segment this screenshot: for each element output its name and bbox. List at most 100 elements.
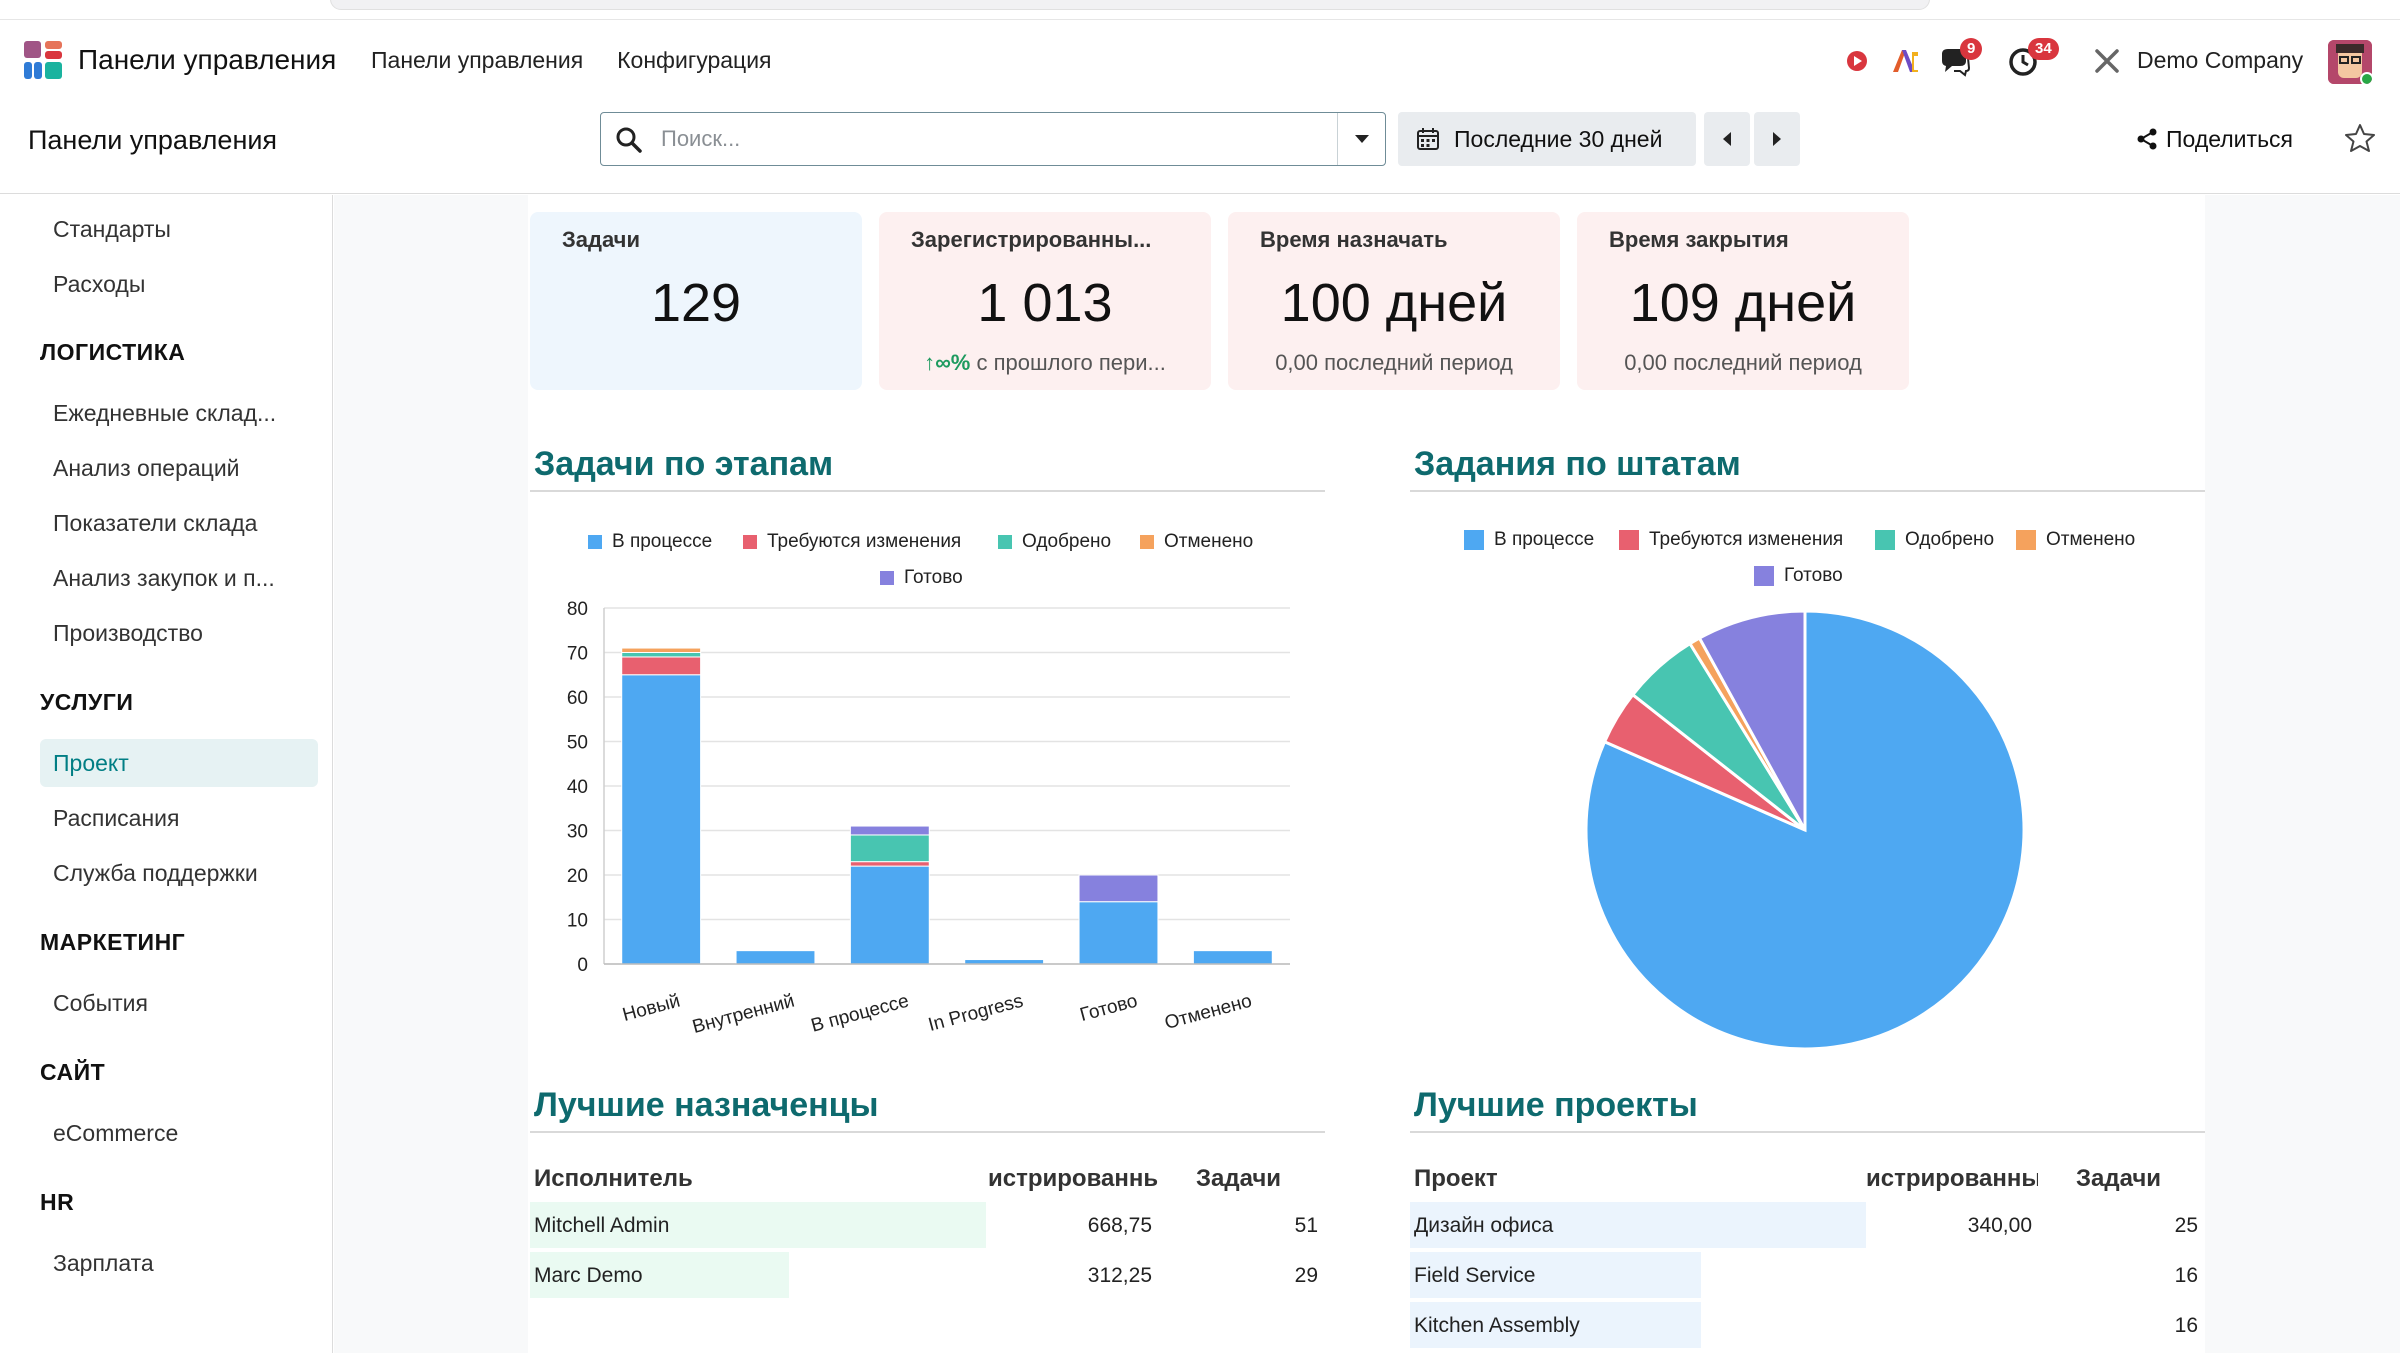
date-filter-button[interactable]: Последние 30 дней [1398,112,1696,166]
cell-tasks: 29 [1294,1264,1318,1287]
kpi-card-tasks[interactable]: Задачи 129 [530,212,862,390]
bar-segment[interactable] [621,652,702,658]
legend-item[interactable]: Требуются изменения [1619,529,1843,551]
kpi-subtitle-text: с прошлого пери... [976,350,1166,375]
sidebar-item-expenses[interactable]: Расходы [40,260,318,308]
search-bar[interactable] [600,112,1386,166]
user-avatar[interactable] [2328,40,2372,84]
kpi-subtitle: ↑∞% с прошлого пери... [879,350,1211,376]
bar-segment[interactable] [621,656,702,676]
cell-project[interactable]: Field Service [1414,1264,1535,1288]
sidebar-section-hr: HR [40,1189,75,1215]
legend-swatch [1875,530,1895,550]
app-name[interactable]: Панели управления [78,22,336,98]
cell-tasks: 16 [2174,1264,2198,1287]
sidebar-item-ecommerce[interactable]: eCommerce [40,1109,318,1157]
previous-period-button[interactable] [1704,112,1750,166]
bar-segment[interactable] [621,647,702,653]
sidebar-item-standards[interactable]: Стандарты [40,205,318,253]
chat-button[interactable]: 9 [1938,38,1983,78]
favorite-star-icon[interactable] [2344,122,2376,154]
top-menu: Панели управления Конфигурация [371,22,772,98]
sidebar-item-stock-kpi[interactable]: Показатели склада [40,499,318,547]
search-options-toggle[interactable] [1337,113,1385,165]
calendar-icon [1417,128,1439,150]
column-header-hours: истрированны [1866,1165,2038,1192]
legend-item[interactable]: Готово [880,567,963,589]
sidebar-item-payroll[interactable]: Зарплата [40,1239,318,1287]
sidebar-section-marketing: МАРКЕТИНГ [40,929,186,955]
legend-item[interactable]: Требуются изменения [743,531,961,553]
y-tick-label: 0 [577,955,588,976]
y-tick-label: 70 [567,644,588,665]
company-switcher[interactable]: Demo Company [2137,22,2303,98]
bar-segment[interactable] [849,834,930,863]
legend-label: Одобрено [1022,531,1112,552]
sidebar-item-purchase-analysis[interactable]: Анализ закупок и п... [40,554,318,602]
x-tick-label: Готово [1078,991,1140,1026]
legend-item[interactable]: Одобрено [1875,529,1994,551]
legend-item[interactable]: Готово [1754,565,1843,587]
kpi-value: 1 013 [977,273,1113,333]
bar-segment[interactable] [1192,950,1273,965]
tools-icon[interactable] [2090,44,2124,78]
legend-item[interactable]: В процессе [1464,529,1594,551]
y-tick-label: 50 [567,733,588,754]
cell-tasks: 51 [1294,1214,1318,1237]
bar-segment[interactable] [735,950,816,965]
legend-swatch [1140,535,1154,549]
sidebar-item-events[interactable]: События [40,979,318,1027]
legend-item[interactable]: Отменено [1140,531,1253,553]
kpi-trend: ↑∞% [924,350,971,375]
caret-down-icon [1354,135,1369,143]
cell-assignee[interactable]: Marc Demo [534,1264,643,1288]
legend-label: Готово [1784,565,1843,586]
kpi-card-time-to-assign[interactable]: Время назначать 100 дней 0,00 последний … [1228,212,1560,390]
sidebar-item-daily-stock[interactable]: Ежедневные склад... [40,389,318,437]
search-input[interactable] [661,113,1321,165]
sidebar-item-operations-analysis[interactable]: Анализ операций [40,444,318,492]
app-logo-icon[interactable] [24,41,62,79]
cell-project[interactable]: Дизайн офиса [1414,1214,1553,1238]
sidebar-item-manufacturing[interactable]: Производство [40,609,318,657]
legend-label: Требуются изменения [767,531,962,552]
next-period-button[interactable] [1754,112,1800,166]
sidebar-item-project[interactable]: Проект [40,739,318,787]
bar-segment[interactable] [621,674,702,965]
menu-item-configuration[interactable]: Конфигурация [617,47,771,74]
bar-segment[interactable] [849,865,930,965]
cell-assignee[interactable]: Mitchell Admin [534,1214,669,1238]
bar-segment[interactable] [1078,901,1159,965]
legend-item[interactable]: В процессе [588,531,712,553]
stacked-bar-chart: 0 10 20 30 40 50 60 70 80 Новый Внутренний В процес… [567,599,1290,1038]
record-icon[interactable] [1840,44,1874,78]
bar-segment[interactable] [849,861,930,867]
caret-right-icon [1773,132,1781,146]
dashboard-sidebar: Стандарты Расходы ЛОГИСТИКА Ежедневные с… [0,195,333,1353]
legend-label: В процессе [612,531,713,552]
activity-button[interactable]: 34 [2008,38,2059,78]
kpi-card-time-to-close[interactable]: Время закрытия 109 дней 0,00 последний п… [1577,212,1909,390]
legend-swatch [998,535,1012,549]
cell-hours: 668,75 [1087,1214,1152,1237]
x-tick-label: Новый [620,991,682,1026]
share-button[interactable]: Поделиться [2136,112,2293,166]
divider [1410,490,2205,492]
legend-swatch [1619,530,1639,550]
ai-icon[interactable] [1888,44,1922,78]
legend-item[interactable]: Отменено [2016,529,2135,551]
divider [530,1131,1325,1133]
cell-project[interactable]: Kitchen Assembly [1414,1314,1580,1338]
bar-segment[interactable] [849,825,930,836]
activity-badge: 34 [2028,38,2059,60]
x-tick-label: В процессе [809,991,911,1037]
kpi-card-registered[interactable]: Зарегистрированны... 1 013 ↑∞% с прошлог… [879,212,1211,390]
legend-label: Отменено [1164,531,1254,552]
sidebar-item-helpdesk[interactable]: Служба поддержки [40,849,318,897]
bar-segment[interactable] [1078,874,1159,903]
sidebar-item-timesheets[interactable]: Расписания [40,794,318,842]
legend-item[interactable]: Одобрено [998,531,1111,553]
legend-swatch [1464,530,1484,550]
y-tick-label: 10 [567,911,588,932]
menu-item-dashboards[interactable]: Панели управления [371,47,583,74]
